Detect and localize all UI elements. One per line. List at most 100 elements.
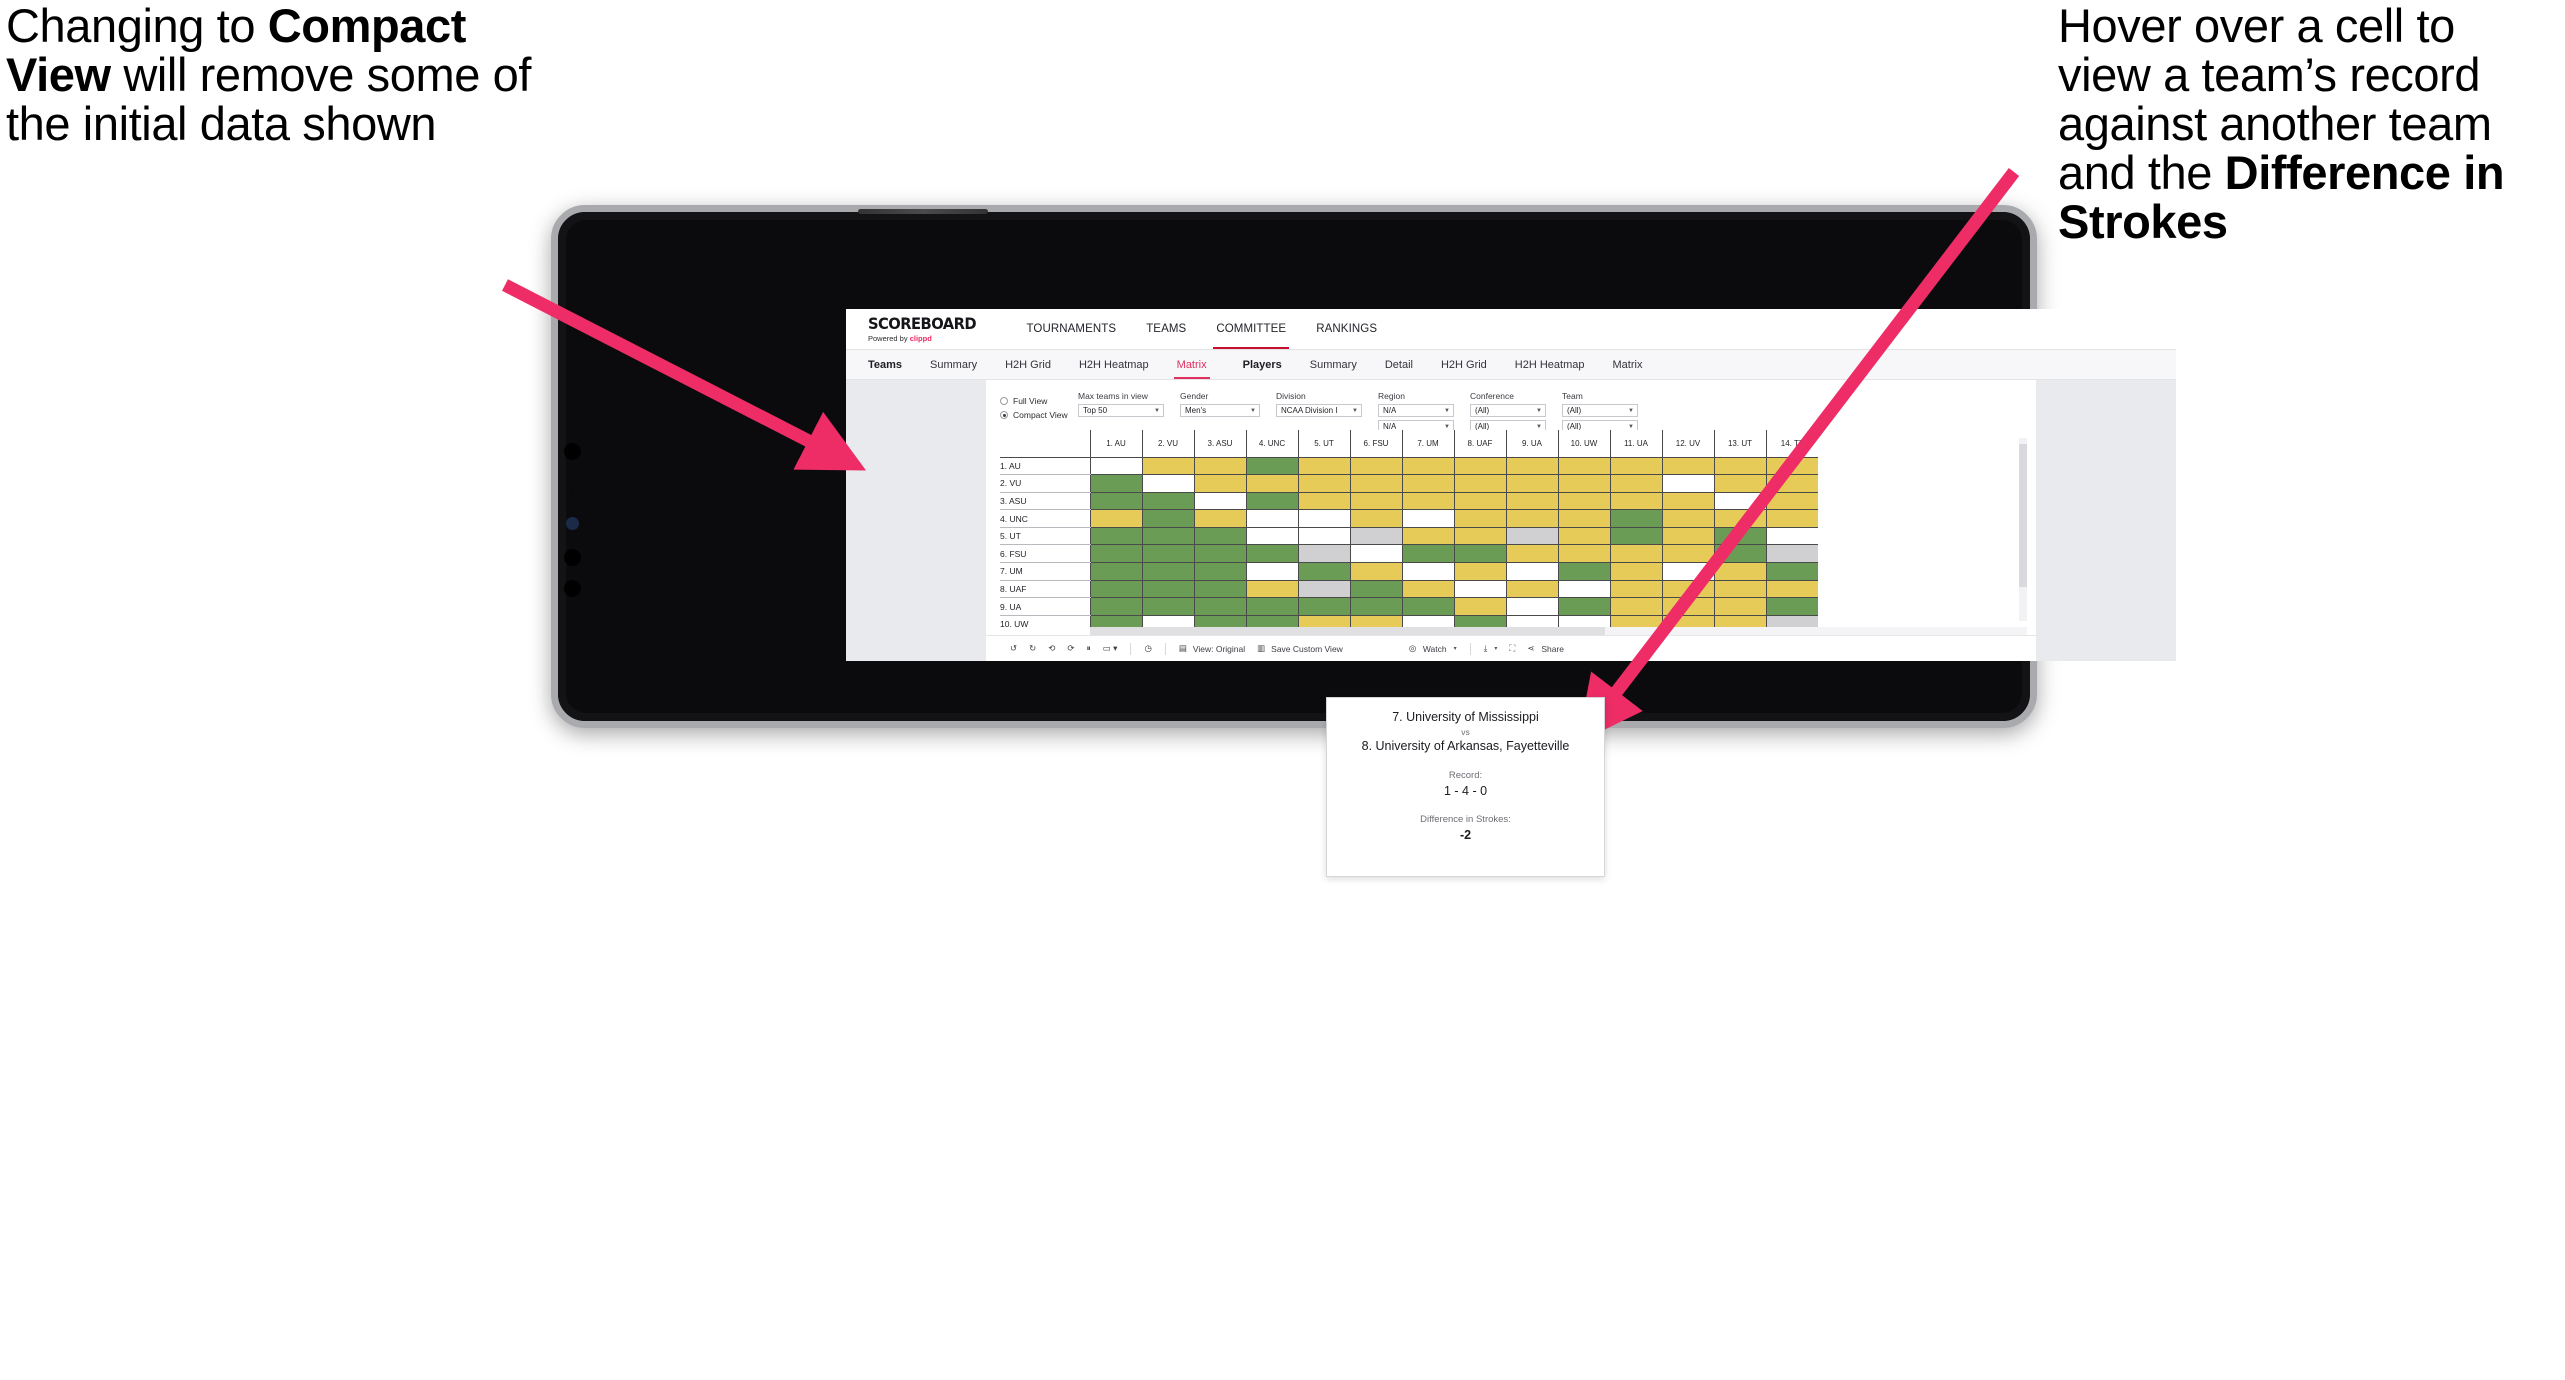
matrix-cell[interactable] — [1453, 615, 1506, 627]
matrix-cell[interactable] — [1661, 457, 1714, 476]
matrix-cell[interactable] — [1765, 562, 1818, 581]
matrix-cell[interactable] — [1505, 457, 1558, 476]
redo-icon[interactable]: ↻ — [1023, 643, 1042, 654]
matrix-horizontal-scrollbar[interactable] — [1090, 627, 2027, 635]
matrix-cell[interactable] — [1505, 527, 1558, 546]
matrix-cell[interactable] — [1141, 492, 1194, 511]
matrix-cell[interactable] — [1557, 457, 1610, 476]
matrix-cell[interactable] — [1713, 527, 1766, 546]
radio-full-view[interactable]: Full View — [1000, 396, 1078, 406]
matrix-cell[interactable] — [1713, 597, 1766, 616]
matrix-cell[interactable] — [1193, 580, 1246, 599]
matrix-cell[interactable] — [1713, 615, 1766, 627]
matrix-cell[interactable] — [1089, 562, 1142, 581]
matrix-cell[interactable] — [1557, 580, 1610, 599]
matrix-cell[interactable] — [1349, 509, 1402, 528]
matrix-cell[interactable] — [1141, 544, 1194, 564]
filter-max-teams-select[interactable]: Top 50 ▼ — [1078, 404, 1164, 417]
radio-compact-view[interactable]: Compact View — [1000, 410, 1078, 420]
matrix-cell[interactable] — [1141, 474, 1194, 493]
matrix-cell[interactable] — [1193, 474, 1246, 493]
filter-conference-select-1[interactable]: (All) ▼ — [1470, 404, 1546, 417]
history-icon[interactable]: ◷ — [1138, 643, 1157, 654]
matrix-cell[interactable] — [1089, 615, 1142, 627]
matrix-cell[interactable] — [1713, 562, 1766, 581]
matrix-cell[interactable] — [1245, 580, 1298, 599]
matrix-cell[interactable] — [1193, 509, 1246, 528]
matrix-cell[interactable] — [1141, 580, 1194, 599]
nav-tab-rankings[interactable]: RANKINGS — [1301, 309, 1392, 349]
matrix-cell[interactable] — [1713, 457, 1766, 476]
matrix-cell[interactable] — [1297, 527, 1350, 546]
matrix-cell[interactable] — [1557, 474, 1610, 493]
matrix-vertical-scroll-thumb[interactable] — [2019, 444, 2027, 587]
matrix-cell[interactable] — [1609, 474, 1662, 493]
matrix-cell[interactable] — [1401, 562, 1454, 581]
matrix-cell[interactable] — [1453, 544, 1506, 564]
matrix-cell[interactable] — [1661, 492, 1714, 511]
matrix-cell[interactable] — [1089, 457, 1142, 476]
matrix-cell[interactable] — [1141, 615, 1194, 627]
matrix-cell[interactable] — [1713, 509, 1766, 528]
matrix-cell[interactable] — [1505, 615, 1558, 627]
matrix-cell[interactable] — [1349, 457, 1402, 476]
shape-dropdown-icon[interactable]: ▭ ▾ — [1097, 643, 1124, 654]
matrix-cell[interactable] — [1297, 562, 1350, 581]
subtab-players-matrix[interactable]: Matrix — [1599, 359, 1657, 371]
matrix-cell[interactable] — [1453, 597, 1506, 616]
matrix-cell[interactable] — [1505, 544, 1558, 564]
matrix-cell[interactable] — [1765, 615, 1818, 627]
matrix-cell[interactable] — [1349, 527, 1402, 546]
nav-tab-tournaments[interactable]: TOURNAMENTS — [1011, 309, 1131, 349]
matrix-cell[interactable] — [1609, 544, 1662, 564]
matrix-cell[interactable] — [1661, 597, 1714, 616]
matrix-cell[interactable] — [1609, 527, 1662, 546]
matrix-cell[interactable] — [1349, 492, 1402, 511]
matrix-cell[interactable] — [1141, 509, 1194, 528]
matrix-cell[interactable] — [1245, 527, 1298, 546]
matrix-cell[interactable] — [1661, 615, 1714, 627]
matrix-cell[interactable] — [1557, 509, 1610, 528]
matrix-cell[interactable] — [1401, 527, 1454, 546]
view-original-button[interactable]: ▤ View: Original — [1173, 643, 1251, 654]
matrix-cell[interactable] — [1089, 544, 1142, 564]
download-button[interactable]: ⤓ ▾ — [1478, 643, 1504, 654]
matrix-cell[interactable] — [1453, 457, 1506, 476]
matrix-cell[interactable] — [1349, 615, 1402, 627]
subtab-teams-h2h-grid[interactable]: H2H Grid — [991, 359, 1065, 371]
matrix-cell[interactable] — [1193, 615, 1246, 627]
matrix-cell[interactable] — [1505, 562, 1558, 581]
matrix-cell[interactable] — [1141, 562, 1194, 581]
tablet-volume-up-button[interactable] — [564, 549, 581, 566]
matrix-cell[interactable] — [1453, 492, 1506, 511]
matrix-cell[interactable] — [1349, 544, 1402, 564]
nav-tab-teams[interactable]: TEAMS — [1131, 309, 1201, 349]
matrix-cell[interactable] — [1245, 562, 1298, 581]
matrix-cell[interactable] — [1193, 544, 1246, 564]
matrix-cell[interactable] — [1297, 474, 1350, 493]
matrix-cell[interactable] — [1089, 580, 1142, 599]
matrix-cell[interactable] — [1401, 457, 1454, 476]
subtab-players-h2h-heatmap[interactable]: H2H Heatmap — [1501, 359, 1599, 371]
subtab-teams-matrix[interactable]: Matrix — [1163, 359, 1221, 379]
matrix-cell[interactable] — [1401, 615, 1454, 627]
matrix-cell[interactable] — [1713, 474, 1766, 493]
matrix-cell[interactable] — [1193, 562, 1246, 581]
subtab-players-h2h-grid[interactable]: H2H Grid — [1427, 359, 1501, 371]
matrix-cell[interactable] — [1713, 492, 1766, 511]
matrix-cell[interactable] — [1765, 597, 1818, 616]
matrix-cell[interactable] — [1349, 562, 1402, 581]
pause-icon[interactable]: ⏸ — [1081, 643, 1097, 654]
matrix-cell[interactable] — [1765, 527, 1818, 546]
matrix-cell[interactable] — [1245, 615, 1298, 627]
matrix-cell[interactable] — [1193, 457, 1246, 476]
matrix-cell[interactable] — [1141, 597, 1194, 616]
matrix-cell[interactable] — [1193, 492, 1246, 511]
filter-team-select-1[interactable]: (All) ▼ — [1562, 404, 1638, 417]
matrix-cell[interactable] — [1557, 492, 1610, 511]
matrix-cell[interactable] — [1505, 597, 1558, 616]
matrix-cell[interactable] — [1765, 492, 1818, 511]
matrix-cell[interactable] — [1401, 544, 1454, 564]
matrix-vertical-scrollbar[interactable] — [2019, 438, 2027, 621]
subtab-players-summary[interactable]: Summary — [1296, 359, 1371, 371]
